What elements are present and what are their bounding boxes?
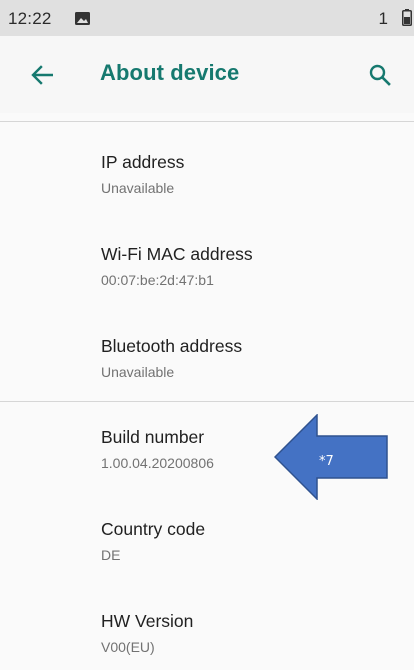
- preference-title: HW Version: [101, 611, 194, 631]
- preference-summary: DE: [101, 547, 121, 563]
- preference-summary: 1.00.04.20200806: [101, 455, 214, 471]
- battery-icon: [402, 9, 412, 26]
- preference-summary: 00:07:be:2d:47:b1: [101, 272, 214, 288]
- back-button[interactable]: [26, 59, 58, 91]
- preference-summary: Unavailable: [101, 364, 175, 380]
- search-button[interactable]: [364, 59, 396, 91]
- status-bar: 12:22 1: [0, 0, 414, 36]
- search-icon: [369, 64, 391, 86]
- preference-title: Build number: [101, 427, 205, 447]
- preference-title: Bluetooth address: [101, 336, 243, 356]
- section-divider: [0, 401, 414, 402]
- app-toolbar: About device: [0, 36, 414, 113]
- preference-title: Country code: [101, 519, 206, 539]
- preference-summary: V00(EU): [101, 639, 155, 655]
- sim-indicator: 1: [378, 9, 388, 28]
- image-notification-icon: [75, 12, 90, 25]
- section-divider: [0, 121, 414, 122]
- preference-summary: Unavailable: [101, 180, 175, 196]
- preference-title: IP address: [101, 152, 185, 172]
- preference-title: Wi-Fi MAC address: [101, 244, 253, 264]
- page-title: About device: [100, 60, 240, 85]
- callout-label: *7: [319, 454, 334, 469]
- status-time: 12:22: [8, 9, 52, 28]
- arrow-left-icon: [31, 65, 53, 85]
